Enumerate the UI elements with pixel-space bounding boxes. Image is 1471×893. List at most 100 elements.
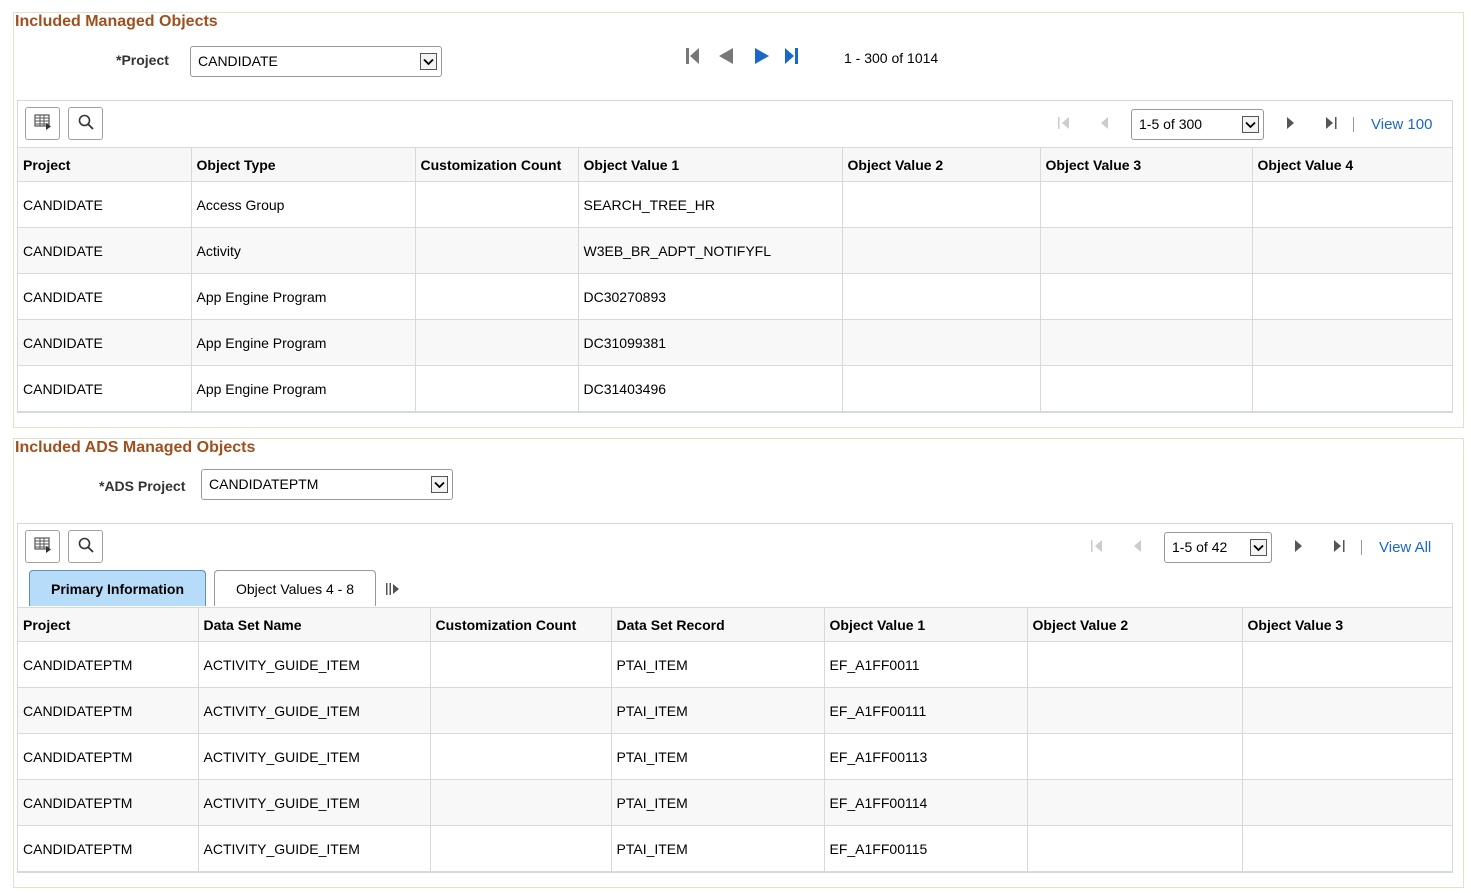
- table-cell: [414, 273, 579, 320]
- tab-label: Object Values 4 - 8: [235, 580, 355, 597]
- column-header[interactable]: Object Value 4: [1251, 147, 1452, 182]
- ads-project-select[interactable]: CANDIDATEPTM: [201, 469, 453, 500]
- table-cell: PTAI_ITEM: [610, 641, 825, 688]
- table-cell: [1241, 733, 1452, 780]
- table-cell: [1241, 779, 1452, 826]
- ads-managed-objects-table: Project Data Set Name Customization Coun…: [18, 607, 1452, 872]
- table-cell: [841, 181, 1041, 228]
- column-header[interactable]: Object Type: [190, 147, 416, 182]
- grid-personalize-icon: [33, 537, 52, 556]
- personalize-grid-button[interactable]: [25, 107, 60, 140]
- next-page-icon[interactable]: [754, 48, 770, 67]
- table-cell: App Engine Program: [190, 365, 416, 412]
- column-header[interactable]: Object Value 2: [1026, 607, 1243, 642]
- table-row: CANDIDATE App Engine Program DC30270893: [18, 273, 1452, 320]
- column-header[interactable]: Customization Count: [414, 147, 579, 182]
- column-header[interactable]: Data Set Record: [610, 607, 825, 642]
- grid-pager: 1-5 of 300 View 100: [1058, 109, 1432, 140]
- table-cell: EF_A1FF0011: [823, 641, 1028, 688]
- table-cell: [1251, 181, 1452, 228]
- table-cell: CANDIDATE: [18, 365, 192, 412]
- chevron-down-icon[interactable]: [1242, 116, 1259, 133]
- table-cell: CANDIDATEPTM: [18, 687, 199, 734]
- show-all-columns-icon[interactable]: [386, 582, 400, 598]
- table-row: CANDIDATEPTM ACTIVITY_GUIDE_ITEM PTAI_IT…: [18, 687, 1452, 734]
- tab-primary-information[interactable]: Primary Information: [29, 570, 206, 606]
- table-cell: [1039, 227, 1253, 274]
- column-header[interactable]: Object Value 3: [1039, 147, 1253, 182]
- project-select-value: CANDIDATE: [198, 53, 278, 69]
- table-cell: [1241, 687, 1452, 734]
- chevron-down-icon[interactable]: [1250, 539, 1267, 556]
- column-header[interactable]: Data Set Name: [197, 607, 431, 642]
- column-header[interactable]: Customization Count: [429, 607, 612, 642]
- last-row-icon[interactable]: [1333, 539, 1345, 556]
- grid-personalize-icon: [33, 114, 52, 133]
- table-cell: DC31403496: [577, 365, 843, 412]
- table-cell: [429, 779, 612, 826]
- table-cell: W3EB_BR_ADPT_NOTIFYFL: [577, 227, 843, 274]
- included-ads-managed-objects-section: Included ADS Managed Objects *ADS Projec…: [13, 438, 1464, 888]
- managed-objects-table: Project Object Type Customization Count …: [18, 147, 1452, 412]
- table-cell: CANDIDATE: [18, 273, 192, 320]
- first-page-icon[interactable]: [686, 48, 700, 67]
- chevron-down-icon[interactable]: [431, 476, 448, 493]
- managed-objects-grid: 1-5 of 300 View 100 Project Object Type …: [17, 100, 1453, 413]
- table-cell: [429, 733, 612, 780]
- column-header[interactable]: Object Value 2: [841, 147, 1041, 182]
- table-cell: [841, 365, 1041, 412]
- table-cell: Access Group: [190, 181, 416, 228]
- chevron-down-icon[interactable]: [420, 53, 437, 70]
- grid-tabs: Primary Information Object Values 4 - 8: [18, 570, 1452, 607]
- table-header-row: Project Object Type Customization Count …: [18, 147, 1452, 182]
- view-all-link[interactable]: View All: [1379, 539, 1431, 556]
- view-100-link[interactable]: View 100: [1371, 116, 1432, 133]
- section-title: Included Managed Objects: [15, 13, 218, 30]
- next-row-icon[interactable]: [1286, 116, 1295, 133]
- project-select[interactable]: CANDIDATE: [190, 46, 442, 77]
- table-cell: EF_A1FF00115: [823, 825, 1028, 872]
- row-range-select[interactable]: 1-5 of 42: [1164, 532, 1272, 563]
- table-cell: CANDIDATE: [18, 227, 192, 274]
- table-cell: App Engine Program: [190, 319, 416, 366]
- previous-row-icon[interactable]: [1133, 539, 1142, 556]
- table-cell: [841, 319, 1041, 366]
- find-button[interactable]: [68, 107, 103, 140]
- table-cell: [1039, 365, 1253, 412]
- first-row-icon[interactable]: [1058, 116, 1070, 133]
- table-cell: [1251, 227, 1452, 274]
- table-cell: [841, 273, 1041, 320]
- pager-divider: [1353, 117, 1354, 132]
- table-cell: EF_A1FF00111: [823, 687, 1028, 734]
- table-row: CANDIDATEPTM ACTIVITY_GUIDE_ITEM PTAI_IT…: [18, 641, 1452, 688]
- column-header[interactable]: Project: [18, 147, 192, 182]
- find-button[interactable]: [68, 530, 103, 563]
- column-header[interactable]: Object Value 1: [823, 607, 1028, 642]
- last-row-icon[interactable]: [1325, 116, 1337, 133]
- table-row: CANDIDATE App Engine Program DC31403496: [18, 365, 1452, 412]
- last-page-icon[interactable]: [784, 48, 798, 67]
- column-header[interactable]: Object Value 1: [577, 147, 843, 182]
- previous-row-icon[interactable]: [1100, 116, 1109, 133]
- table-cell: [429, 641, 612, 688]
- grid-toolbar: 1-5 of 42 View All: [18, 524, 1452, 570]
- table-cell: [1039, 181, 1253, 228]
- table-cell: PTAI_ITEM: [610, 687, 825, 734]
- table-cell: EF_A1FF00113: [823, 733, 1028, 780]
- search-icon: [78, 114, 94, 133]
- column-header[interactable]: Project: [18, 607, 199, 642]
- section-title: Included ADS Managed Objects: [15, 439, 256, 456]
- previous-page-icon[interactable]: [718, 48, 734, 67]
- table-cell: CANDIDATE: [18, 181, 192, 228]
- table-cell: [1241, 825, 1452, 872]
- first-row-icon[interactable]: [1091, 539, 1103, 556]
- table-cell: [1026, 733, 1243, 780]
- tab-object-values-4-8[interactable]: Object Values 4 - 8: [214, 570, 376, 606]
- personalize-grid-button[interactable]: [25, 530, 60, 563]
- table-cell: App Engine Program: [190, 273, 416, 320]
- table-cell: ACTIVITY_GUIDE_ITEM: [197, 779, 431, 826]
- next-row-icon[interactable]: [1294, 539, 1303, 556]
- column-header[interactable]: Object Value 3: [1241, 607, 1452, 642]
- table-row: CANDIDATE App Engine Program DC31099381: [18, 319, 1452, 366]
- row-range-select[interactable]: 1-5 of 300: [1131, 109, 1264, 140]
